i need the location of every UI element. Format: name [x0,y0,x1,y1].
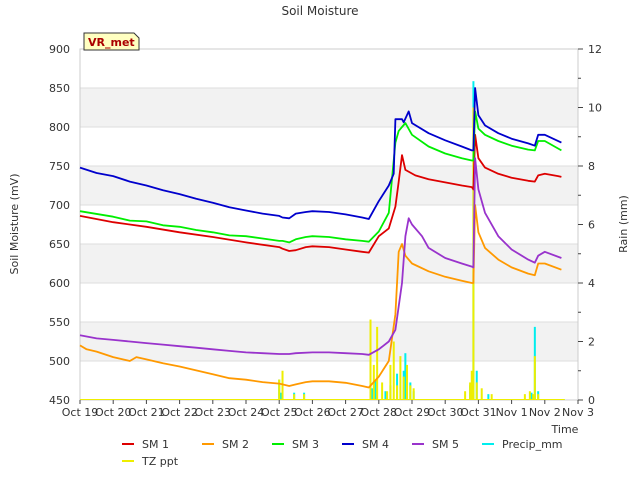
x-tick-label: Oct 31 [460,406,497,419]
rain-bar [392,341,395,400]
y-tick-label: 500 [49,355,70,368]
rain-bar [464,391,467,400]
x-tick-label: Oct 30 [427,406,464,419]
background-band [80,88,578,127]
rain-bar [409,385,412,400]
rain-bar [406,364,409,400]
rain-bar [396,385,399,400]
rain-bar [475,382,478,400]
background-bands [80,88,578,361]
station-badge: VR_met [83,32,140,51]
y-tick-label: 450 [49,394,70,407]
y2-tick-label: 10 [588,102,602,115]
rain-bar [533,356,536,400]
y-tick-label: 750 [49,160,70,173]
rain-bar [381,382,384,400]
x-axis-label: Time [551,423,579,436]
legend-label: Precip_mm [502,438,563,451]
rain-bar [480,388,483,400]
rain-bar [412,388,415,400]
legend-label: TZ ppt [141,455,179,468]
rain-bar [402,376,405,400]
chart-title: Soil Moisture [281,4,358,18]
legend-item: SM 2 [202,438,249,451]
rain-bar [389,364,392,400]
x-tick-label: Oct 20 [95,406,132,419]
x-tick-label: Oct 26 [294,406,331,419]
legend-item: SM 5 [412,438,459,451]
y2-tick-label: 2 [588,336,595,349]
legend-item: SM 4 [342,438,389,451]
y-tick-label: 800 [49,121,70,134]
legend: SM 1 SM 2 SM 3 SM 4 SM 5 Precip_mm TZ ppt [122,438,563,468]
y2-tick-label: 4 [588,277,595,290]
y-tick-label: 650 [49,238,70,251]
rain-bar [528,391,531,400]
rain-bar [399,356,402,400]
x-axis-ticks: Oct 19Oct 20Oct 21Oct 22Oct 23Oct 24Oct … [62,400,594,419]
y2-axis-label: Rain (mm) [617,195,630,253]
x-tick-label: Oct 22 [161,406,198,419]
y2-tick-label: 6 [588,219,595,232]
y-tick-label: 900 [49,43,70,56]
x-tick-label: Oct 27 [327,406,364,419]
y2-tick-label: 8 [588,160,595,173]
y-tick-label: 550 [49,316,70,329]
y-tick-label: 850 [49,82,70,95]
y-tick-label: 600 [49,277,70,290]
legend-label: SM 1 [142,438,169,451]
y-tick-label: 700 [49,199,70,212]
x-tick-label: Oct 24 [228,406,265,419]
y-axis-label: Soil Moisture (mV) [8,174,21,275]
x-tick-label: Oct 19 [62,406,99,419]
background-band [80,322,578,361]
legend-item: SM 1 [122,438,169,451]
rain-bar [278,379,281,400]
rain-bar [369,319,372,400]
legend-label: SM 5 [432,438,459,451]
rain-bar [376,326,379,400]
y2-tick-label: 0 [588,394,595,407]
y2-axis-ticks: 0 2 4 6 8 10 12 [578,43,602,407]
x-tick-label: Oct 29 [394,406,431,419]
legend-label: SM 2 [222,438,249,451]
rain-bar [386,391,389,400]
y2-tick-label: 12 [588,43,602,56]
legend-item: TZ ppt [122,455,179,468]
legend-item: SM 3 [272,438,319,451]
legend-label: SM 4 [362,438,389,451]
soil-moisture-chart: Oct 19Oct 20Oct 21Oct 22Oct 23Oct 24Oct … [8,4,630,468]
x-tick-label: Oct 23 [195,406,232,419]
x-tick-label: Nov 2 [529,406,561,419]
background-band [80,166,578,205]
y-axis-ticks: 450 500 550 600 650 700 750 800 850 900 [49,43,70,407]
x-tick-label: Oct 28 [361,406,398,419]
x-tick-label: Oct 25 [261,406,298,419]
legend-item: Precip_mm [482,438,563,451]
station-badge-label: VR_met [88,36,135,49]
x-tick-label: Oct 21 [128,406,165,419]
legend-label: SM 3 [292,438,319,451]
x-tick-label: Nov 1 [496,406,528,419]
x-tick-label: Nov 3 [562,406,594,419]
